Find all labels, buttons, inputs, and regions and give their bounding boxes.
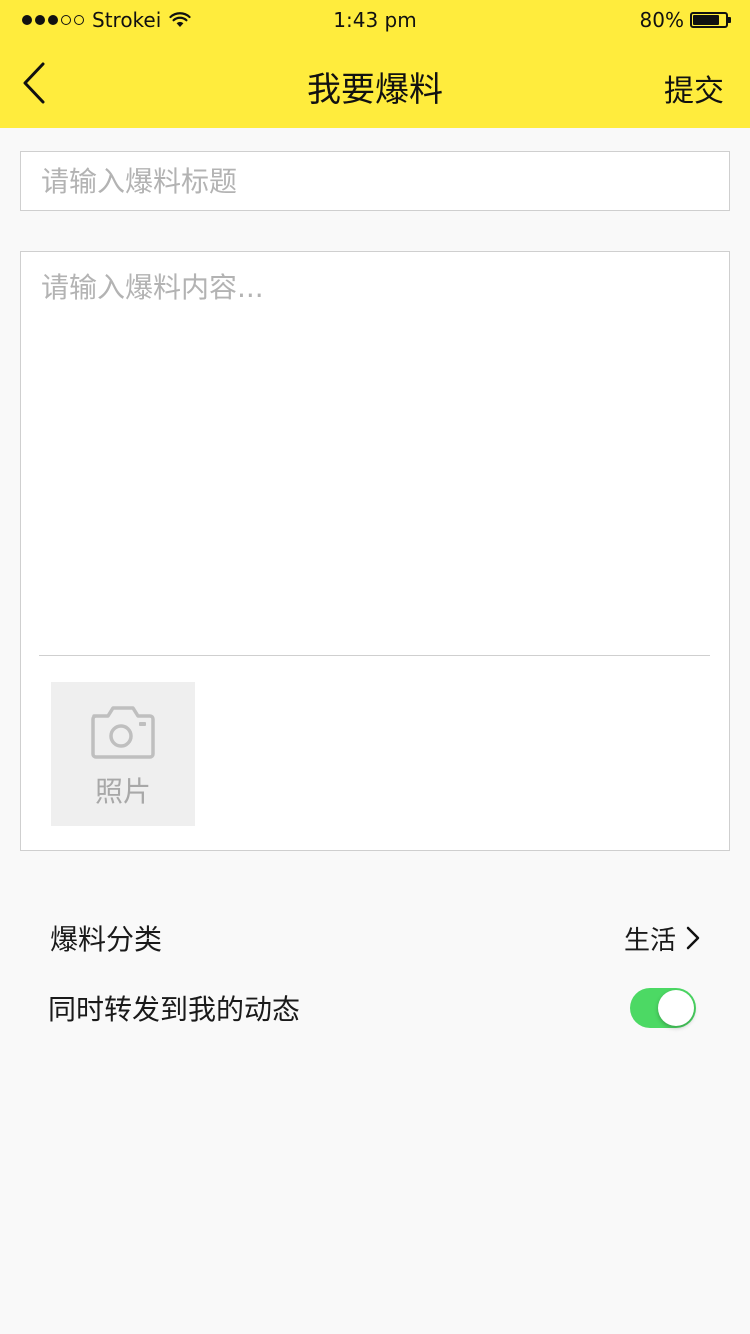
forward-setting: 同时转发到我的动态 <box>48 978 698 1038</box>
content-input[interactable] <box>21 252 729 652</box>
add-photo-button[interactable]: 照片 <box>51 682 195 826</box>
app-header: Strokei 1:43 pm 80% 我要爆料 提交 <box>0 0 750 128</box>
title-input[interactable] <box>20 151 730 211</box>
status-time: 1:43 pm <box>333 8 417 32</box>
battery-icon <box>690 12 731 28</box>
content-box: 照片 <box>20 251 730 851</box>
category-label: 爆料分类 <box>50 923 163 956</box>
status-bar: Strokei 1:43 pm 80% <box>0 0 750 40</box>
forward-label: 同时转发到我的动态 <box>48 993 301 1026</box>
forward-toggle[interactable] <box>630 988 696 1028</box>
status-right: 80% <box>639 8 731 32</box>
category-selector[interactable]: 爆料分类 生活 <box>50 908 700 968</box>
category-value: 生活 <box>623 925 676 956</box>
toggle-knob <box>658 990 694 1026</box>
content-divider <box>39 655 710 656</box>
photo-label: 照片 <box>94 775 151 808</box>
camera-icon <box>91 706 155 759</box>
category-value-wrap: 生活 <box>624 920 700 957</box>
battery-fill <box>693 15 719 25</box>
submit-button[interactable]: 提交 <box>664 66 724 110</box>
battery-percent: 80% <box>639 8 684 32</box>
page-title: 我要爆料 <box>307 70 443 110</box>
chevron-right-icon <box>686 926 700 950</box>
